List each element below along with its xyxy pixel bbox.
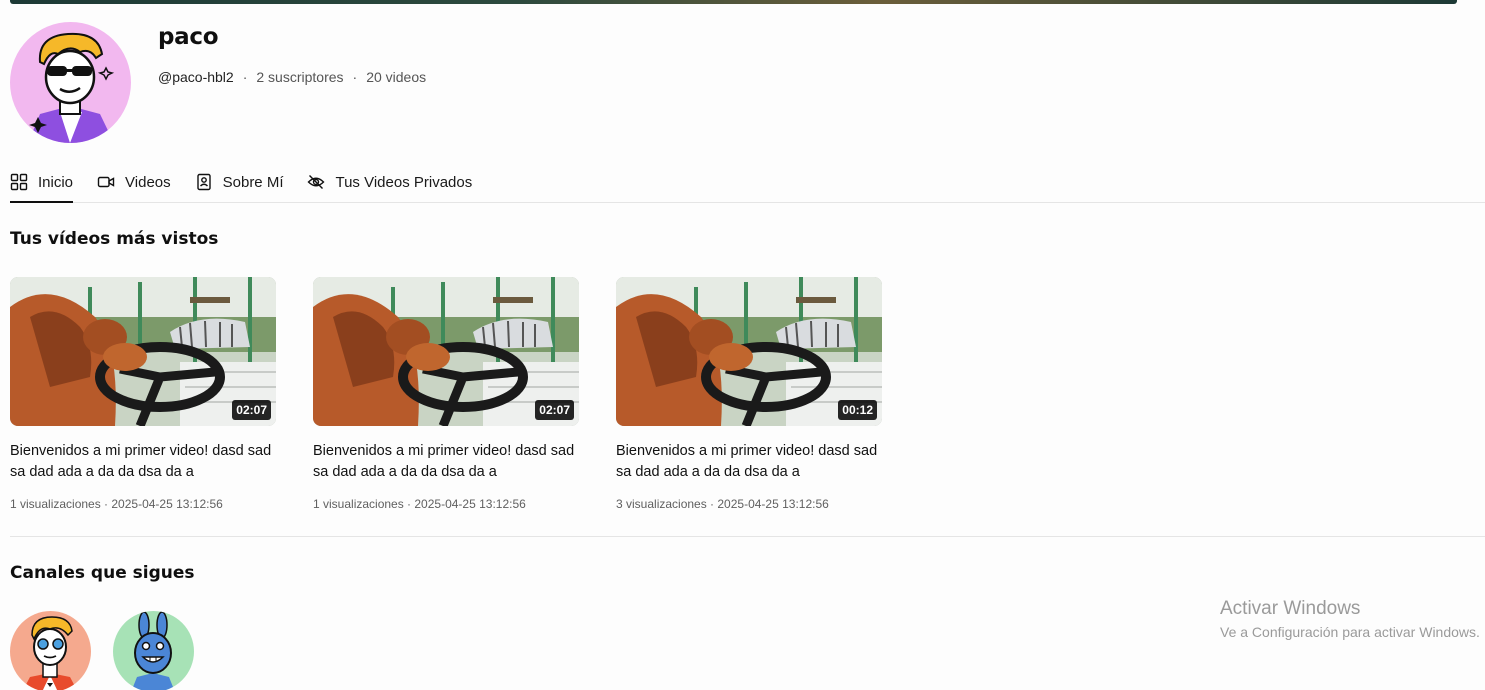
video-meta: 1 visualizaciones · 2025-04-25 13:12:56 (10, 497, 223, 511)
most-viewed-title: Tus vídeos más vistos (10, 229, 219, 249)
video-card[interactable]: 00:12 Bienvenidos a mi primer video! das… (616, 277, 882, 511)
following-title: Canales que sigues (10, 563, 195, 583)
meta-separator: · (242, 69, 248, 85)
tab-videos[interactable]: Videos (97, 162, 171, 202)
video-count: 20 videos (366, 69, 427, 85)
channel-tabs: Inicio Videos Sobre Mí Tus Videos Privad… (10, 162, 1485, 203)
video-thumbnail[interactable]: 00:12 (616, 277, 882, 426)
channel-banner (10, 0, 1457, 4)
most-viewed-videos: 02:07 Bienvenidos a mi primer video! das… (10, 277, 919, 511)
tab-inicio[interactable]: Inicio (10, 162, 74, 203)
video-title[interactable]: Bienvenidos a mi primer video! dasd sad … (313, 441, 575, 483)
meta-separator: · (352, 69, 358, 85)
channel-header: paco @paco-hbl2 · 2 suscriptores · 20 vi… (10, 22, 426, 144)
contact-book-icon (196, 173, 211, 191)
channel-avatar[interactable] (10, 22, 131, 143)
video-duration: 00:12 (838, 400, 877, 420)
tab-videos-privados[interactable]: Tus Videos Privados (307, 162, 472, 202)
tab-label: Inicio (38, 173, 74, 191)
tab-label: Videos (125, 173, 171, 191)
video-thumbnail[interactable]: 02:07 (10, 277, 276, 426)
video-duration: 02:07 (535, 400, 574, 420)
video-camera-icon (97, 176, 115, 188)
channel-handle: @paco-hbl2 (158, 69, 234, 85)
followed-channel-avatar[interactable] (113, 611, 194, 690)
tab-sobre-mi[interactable]: Sobre Mí (195, 162, 284, 202)
video-thumbnail[interactable]: 02:07 (313, 277, 579, 426)
followed-channel-avatar[interactable] (10, 611, 91, 690)
followed-channels (10, 611, 216, 690)
channel-meta: @paco-hbl2 · 2 suscriptores · 20 videos (158, 69, 426, 85)
video-card[interactable]: 02:07 Bienvenidos a mi primer video! das… (10, 277, 276, 511)
watermark-title: Activar Windows (1220, 598, 1361, 619)
watermark-subtitle: Ve a Configuración para activar Windows. (1220, 624, 1480, 640)
channel-name: paco (158, 24, 219, 50)
eye-off-icon (307, 175, 325, 189)
video-title[interactable]: Bienvenidos a mi primer video! dasd sad … (10, 441, 272, 483)
video-meta: 1 visualizaciones · 2025-04-25 13:12:56 (313, 497, 526, 511)
video-title[interactable]: Bienvenidos a mi primer video! dasd sad … (616, 441, 878, 483)
tab-label: Sobre Mí (222, 173, 284, 191)
subscriber-count: 2 suscriptores (256, 69, 344, 85)
tab-label: Tus Videos Privados (335, 173, 473, 191)
section-divider (10, 536, 1485, 537)
grid-icon (10, 173, 28, 191)
video-meta: 3 visualizaciones · 2025-04-25 13:12:56 (616, 497, 829, 511)
windows-activation-watermark: Activar Windows Ve a Configuración para … (1220, 598, 1480, 640)
video-card[interactable]: 02:07 Bienvenidos a mi primer video! das… (313, 277, 579, 511)
video-duration: 02:07 (232, 400, 271, 420)
